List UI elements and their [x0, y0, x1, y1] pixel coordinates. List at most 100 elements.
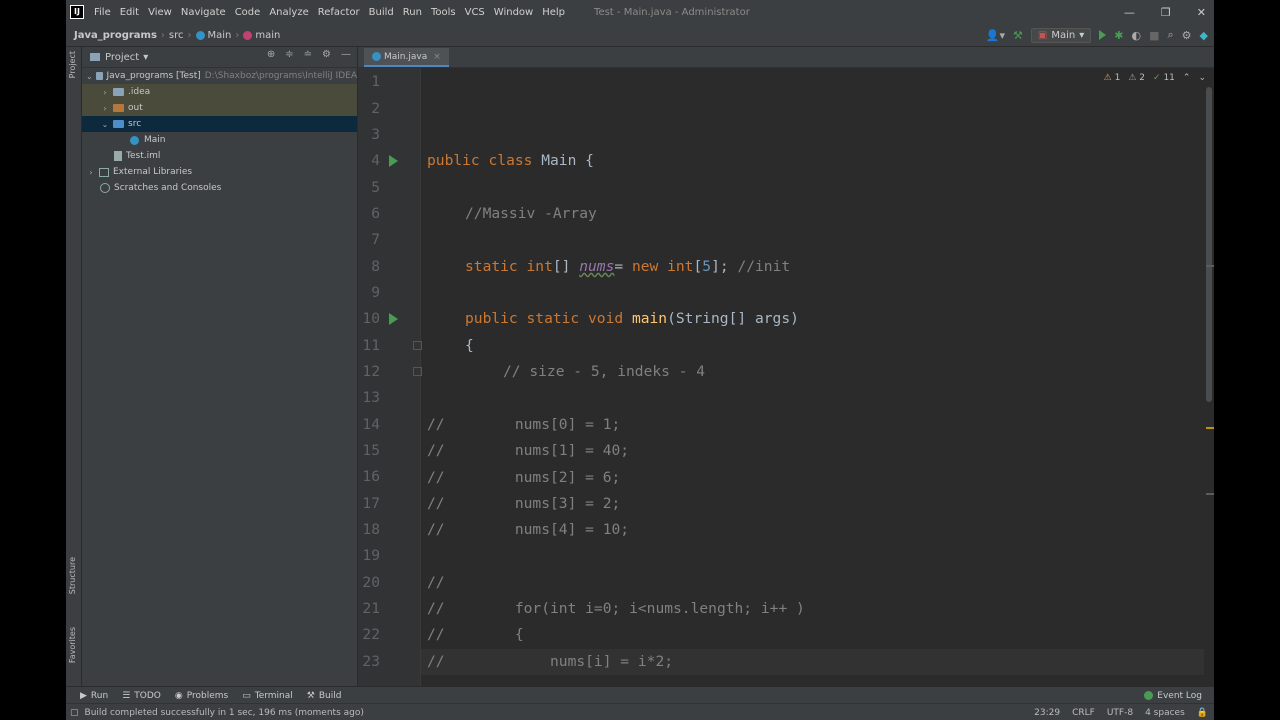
tab-main-java[interactable]: Main.java ×: [364, 48, 449, 67]
search-icon[interactable]: ⌕: [1167, 28, 1173, 42]
editor-tabs: Main.java ×: [358, 47, 1214, 68]
menu-analyze[interactable]: Analyze: [269, 7, 308, 18]
project-panel: Project ▾ ⊕ ≑ ≐ ⚙ — ⌄ Java_programs [Tes…: [82, 47, 358, 689]
menu-view[interactable]: View: [148, 7, 172, 18]
run-tool-button[interactable]: ▶ Run: [80, 691, 108, 701]
code-text[interactable]: public class Main { //Massiv -Array stat…: [421, 68, 1204, 689]
status-panel-icon[interactable]: ▢: [70, 708, 79, 718]
run-gutter-icon[interactable]: [389, 155, 398, 167]
terminal-tool-button[interactable]: ▭ Terminal: [242, 691, 293, 701]
locate-icon[interactable]: ⊕: [267, 49, 275, 60]
minimize-button[interactable]: —: [1124, 6, 1135, 19]
tool-label: Build: [318, 690, 342, 701]
run-gutter-icon[interactable]: [389, 313, 398, 325]
chevron-down-icon[interactable]: ▾: [143, 52, 148, 63]
line-number: 9: [371, 284, 380, 301]
menu-vcs[interactable]: VCS: [465, 7, 485, 18]
hide-icon[interactable]: —: [341, 49, 351, 60]
tool-label: Problems: [186, 690, 229, 701]
menu-navigate[interactable]: Navigate: [181, 7, 226, 18]
problems-tool-button[interactable]: ◉ Problems: [175, 691, 228, 701]
plugin-icon[interactable]: ◆: [1200, 29, 1208, 42]
chevron-right-icon[interactable]: ›: [100, 88, 110, 97]
menu-build[interactable]: Build: [369, 7, 394, 18]
line-number: 22: [362, 626, 380, 643]
tab-label: Main.java: [384, 51, 428, 62]
caret-position[interactable]: 23:29: [1034, 708, 1060, 718]
tree-item-test-iml[interactable]: Test.iml: [82, 148, 357, 164]
lock-icon[interactable]: 🔒: [1197, 708, 1208, 718]
run-config-label: Main: [1051, 29, 1076, 41]
line-number: 4: [371, 152, 380, 169]
settings-gear-icon[interactable]: ⚙: [1182, 29, 1192, 42]
stop-icon[interactable]: ■: [1149, 29, 1159, 42]
build-hammer-icon[interactable]: ⚒: [1013, 29, 1023, 42]
coverage-icon[interactable]: ◐: [1131, 29, 1141, 42]
project-panel-header: Project ▾ ⊕ ≑ ≐ ⚙ —: [82, 47, 357, 68]
line-separator[interactable]: CRLF: [1072, 708, 1095, 718]
status-message[interactable]: Build completed successfully in 1 sec, 1…: [85, 708, 364, 718]
expand-all-icon[interactable]: ≑: [285, 49, 293, 60]
menu-file[interactable]: File: [94, 7, 111, 18]
tree-item-java-programs[interactable]: ⌄ Java_programs [Test] D:\Shaxboz\progra…: [82, 68, 357, 84]
menu-code[interactable]: Code: [235, 7, 261, 18]
file-encoding[interactable]: UTF-8: [1107, 708, 1133, 718]
menu-window[interactable]: Window: [494, 7, 533, 18]
favorites-tool-tab[interactable]: Favorites: [68, 627, 77, 663]
breadcrumb-project[interactable]: Java_programs: [74, 30, 157, 41]
tree-item-src[interactable]: ⌄ src: [82, 116, 357, 132]
close-window-button[interactable]: ✕: [1197, 6, 1206, 19]
debug-icon[interactable]: ✱: [1114, 29, 1123, 42]
chevron-right-icon[interactable]: ›: [100, 104, 110, 113]
source-folder-icon: [113, 120, 124, 128]
menu-refactor[interactable]: Refactor: [318, 7, 360, 18]
window-controls: — ❐ ✕: [1124, 0, 1206, 24]
code-token: {: [465, 337, 474, 354]
tree-item-idea[interactable]: › .idea: [82, 84, 357, 100]
project-tool-tab[interactable]: Project: [68, 51, 77, 78]
run-config-selector[interactable]: ▣ Main ▾: [1030, 27, 1092, 43]
bottom-tool-bar: ▶ Run ☰ TODO ◉ Problems ▭ Terminal ⚒ Build Ev…: [66, 686, 1214, 704]
chevron-down-icon[interactable]: ⌄: [86, 72, 93, 81]
structure-tool-tab[interactable]: Structure: [68, 557, 77, 594]
build-tool-button[interactable]: ⚒ Build: [307, 691, 342, 701]
tree-item-external-libraries[interactable]: › External Libraries: [82, 164, 357, 180]
status-widgets: 23:29 CRLF UTF-8 4 spaces 🔒: [1034, 708, 1208, 718]
chevron-right-icon[interactable]: ›: [86, 168, 96, 177]
gear-icon[interactable]: ⚙: [322, 49, 331, 60]
restore-button[interactable]: ❐: [1161, 6, 1171, 19]
user-icon[interactable]: 👤▾: [986, 29, 1005, 42]
code-line: // for(int i=0; i<nums.length; i++ ): [427, 599, 805, 619]
menu-tools[interactable]: Tools: [431, 7, 456, 18]
code-token: ];: [711, 258, 729, 275]
menu-edit[interactable]: Edit: [120, 7, 139, 18]
code-line: public class Main {: [427, 151, 594, 171]
tree-item-scratches[interactable]: Scratches and Consoles: [82, 180, 357, 196]
indent-setting[interactable]: 4 spaces: [1145, 708, 1185, 718]
warning-mark[interactable]: [1206, 427, 1214, 429]
breadcrumb-separator-icon: ›: [160, 29, 165, 41]
run-icon[interactable]: [1099, 30, 1107, 40]
line-number: 18: [362, 521, 380, 538]
chevron-down-icon[interactable]: ⌄: [100, 120, 110, 129]
menu-help[interactable]: Help: [542, 7, 565, 18]
close-tab-icon[interactable]: ×: [433, 52, 441, 62]
editor-scrollbar[interactable]: [1206, 87, 1212, 402]
folder-icon: [90, 53, 100, 61]
project-view-selector[interactable]: Project: [105, 52, 139, 63]
keyword: static int: [465, 258, 553, 275]
event-log-button[interactable]: Event Log: [1144, 691, 1202, 701]
tree-item-out[interactable]: › out: [82, 100, 357, 116]
breadcrumb-folder[interactable]: src: [169, 30, 184, 41]
todo-tool-button[interactable]: ☰ TODO: [122, 691, 161, 701]
folder-icon: [113, 88, 124, 96]
comment: //Massiv -Array: [465, 205, 597, 222]
breadcrumb-class[interactable]: Main: [208, 30, 232, 41]
collapse-all-icon[interactable]: ≐: [304, 49, 312, 60]
class-name: Main {: [541, 152, 594, 169]
tree-item-label: External Libraries: [113, 167, 193, 177]
menu-run[interactable]: Run: [403, 7, 422, 18]
tree-item-main[interactable]: Main: [82, 132, 357, 148]
line-number: 1: [371, 73, 380, 90]
breadcrumb-method[interactable]: main: [255, 30, 280, 41]
